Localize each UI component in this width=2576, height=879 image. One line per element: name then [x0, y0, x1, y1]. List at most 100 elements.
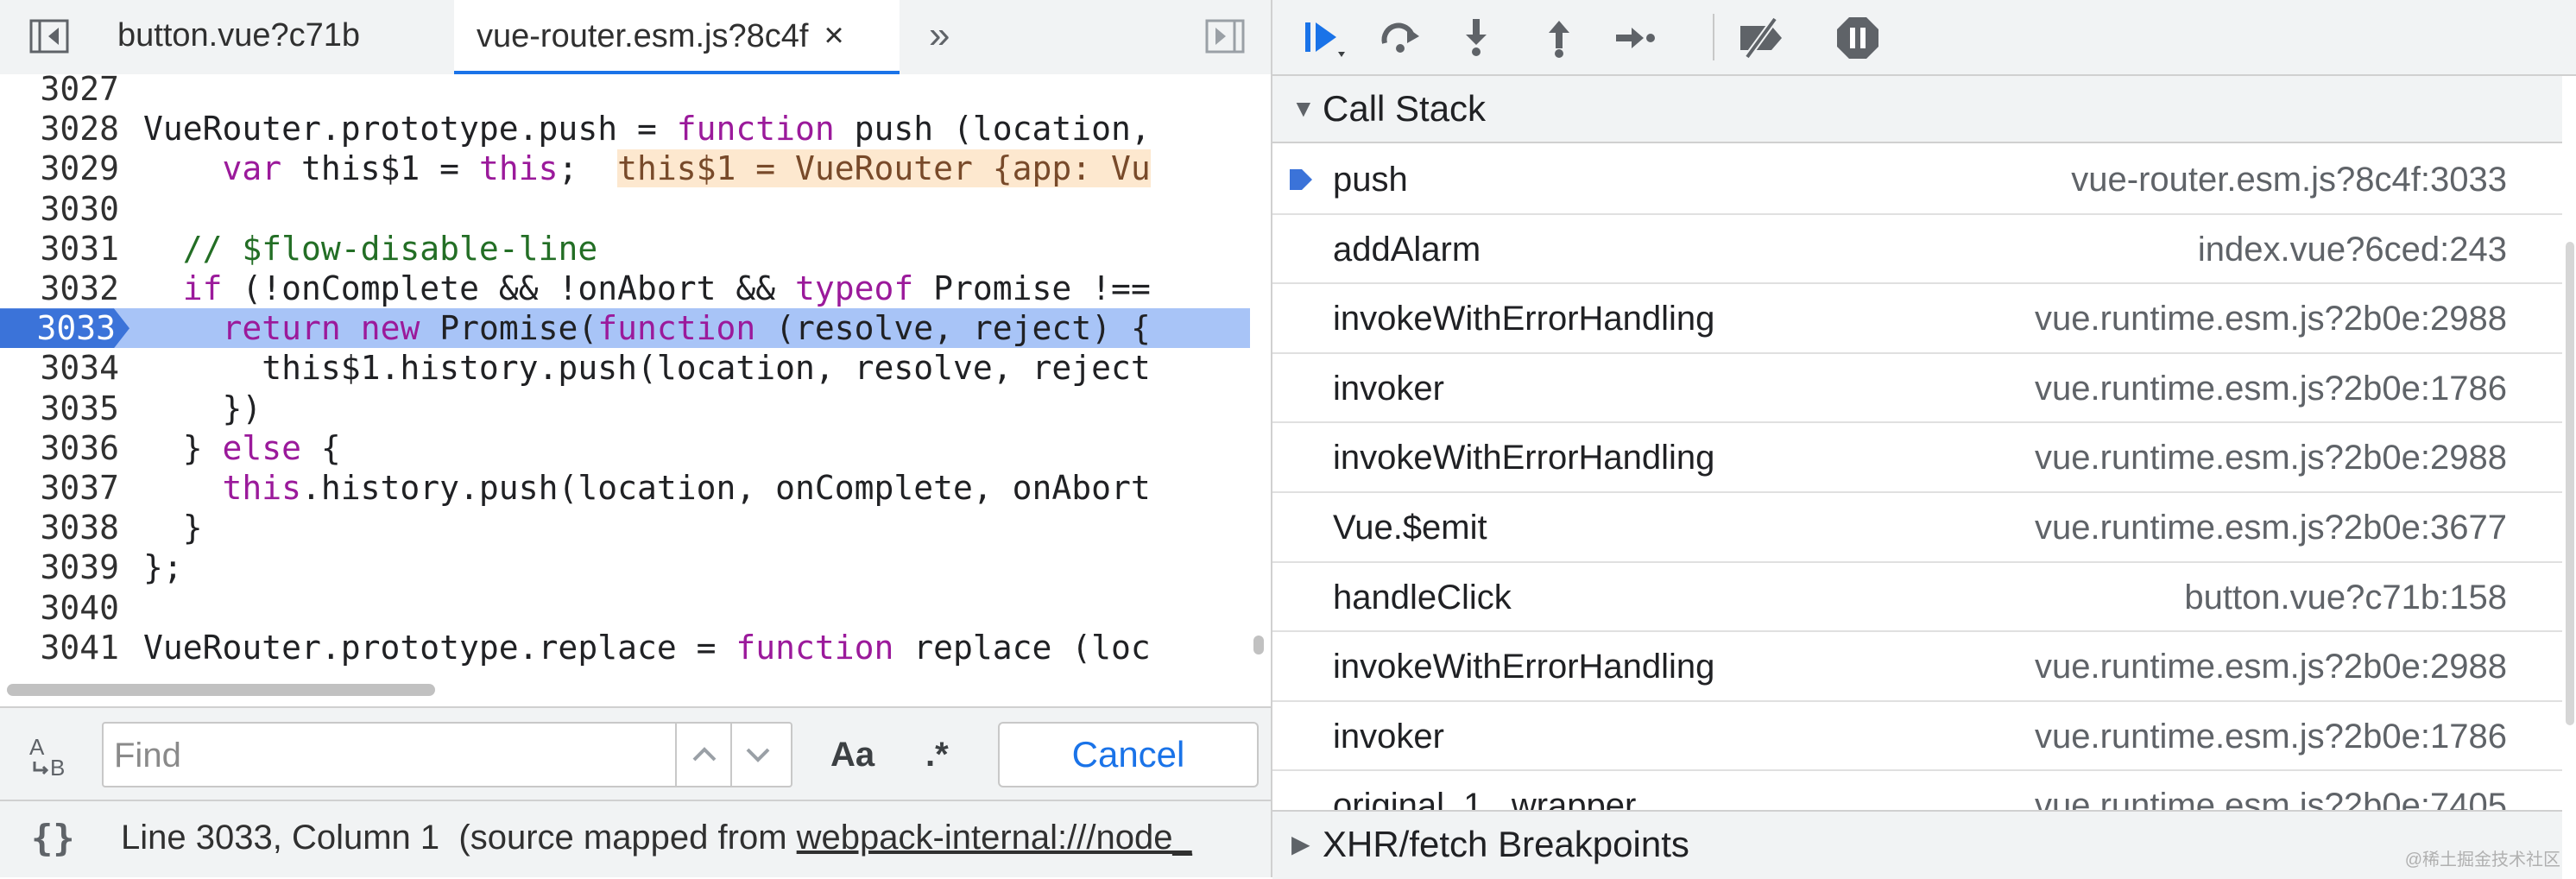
call-frame[interactable]: invoker vue.runtime.esm.js?2b0e:1786	[1272, 701, 2562, 772]
svg-text:B: B	[50, 755, 65, 781]
code-text: } else {	[143, 428, 341, 468]
pause-on-exceptions-icon[interactable]	[1832, 14, 1884, 62]
line-number[interactable]: 3040	[0, 588, 119, 628]
sources-editor-pane: button.vue?c71b vue-router.esm.js?8c4f × …	[0, 0, 1272, 877]
match-case-button[interactable]: Aa	[830, 730, 874, 779]
code-keyword: function	[736, 628, 894, 667]
call-frame[interactable]: Vue.$emit vue.runtime.esm.js?2b0e:3677	[1272, 493, 2562, 563]
frame-location: vue.runtime.esm.js?2b0e:1786	[2035, 369, 2507, 408]
frame-location: vue.runtime.esm.js?2b0e:2988	[2035, 648, 2507, 686]
step-out-icon[interactable]	[1533, 14, 1585, 62]
code-text: // $flow-disable-line	[143, 229, 597, 269]
code-text: }	[143, 508, 203, 547]
frame-location: vue.runtime.esm.js?2b0e:3677	[2035, 509, 2507, 547]
vertical-scrollbar[interactable]	[2566, 242, 2574, 725]
frame-function-name: invoker	[1333, 717, 1444, 756]
code-line: 3031 // $flow-disable-line	[0, 229, 1250, 269]
call-frame[interactable]: addAlarm index.vue?6ced:243	[1272, 214, 2562, 285]
code-token: .history.push(location, onComplete, onAb…	[301, 469, 1151, 507]
code-token: ;	[558, 149, 618, 188]
code-keyword: else	[222, 428, 302, 467]
code-token: Promise !==	[913, 269, 1151, 307]
line-number[interactable]: 3039	[0, 547, 119, 587]
code-keyword: new	[360, 309, 420, 348]
code-line: 3035 })	[0, 389, 1250, 428]
frame-function-name: handleClick	[1333, 578, 1512, 617]
pretty-print-button[interactable]: {}	[31, 817, 75, 859]
find-input[interactable]	[112, 729, 668, 782]
source-map-link[interactable]: webpack-internal:///node_	[797, 819, 1192, 857]
tab-vue-router[interactable]: vue-router.esm.js?8c4f ×	[454, 0, 900, 74]
code-keyword: var	[222, 149, 282, 188]
code-editor[interactable]: 3027 3028 VueRouter.prototype.push = funct…	[0, 74, 1271, 680]
resume-icon[interactable]	[1300, 14, 1352, 62]
line-number[interactable]: 3028	[0, 109, 119, 149]
line-number[interactable]: 3041	[0, 628, 119, 667]
call-frame[interactable]: invokeWithErrorHandling vue.runtime.esm.j…	[1272, 632, 2562, 702]
frame-function-name: invoker	[1333, 369, 1444, 408]
line-number[interactable]: 3027	[0, 74, 119, 109]
code-text: })	[143, 389, 262, 428]
code-line: 3029 var this$1 = this; this$1 = VueRout…	[0, 149, 1250, 188]
code-text: if (!onComplete && !onAbort && typeof Pr…	[143, 269, 1151, 308]
xhr-breakpoints-header[interactable]: ▶ XHR/fetch Breakpoints	[1272, 810, 2562, 879]
call-frame[interactable]: invokeWithErrorHandling vue.runtime.esm.j…	[1272, 423, 2562, 493]
replace-toggle-icon[interactable]: A B	[26, 732, 78, 781]
deactivate-breakpoints-icon[interactable]	[1735, 14, 1787, 62]
line-number[interactable]: 3034	[0, 348, 119, 388]
find-previous-icon[interactable]	[687, 736, 722, 774]
find-next-icon[interactable]	[741, 736, 775, 774]
execution-line-number[interactable]: 3033	[0, 308, 129, 349]
line-number[interactable]: 3029	[0, 149, 119, 188]
line-number[interactable]: 3036	[0, 428, 119, 468]
call-frame[interactable]: invokeWithErrorHandling vue.runtime.esm.j…	[1272, 284, 2562, 354]
code-token: };	[143, 548, 183, 587]
tab-label: button.vue?c71b	[117, 17, 361, 54]
source-mapped-prefix: (source mapped from	[458, 819, 797, 857]
line-number[interactable]: 3037	[0, 468, 119, 508]
step-over-icon[interactable]	[1374, 14, 1426, 62]
debugger-toolbar	[1272, 0, 2576, 76]
call-frame[interactable]: push vue-router.esm.js?8c4f:3033	[1272, 145, 2562, 215]
code-text: this$1.history.push(location, resolve, r…	[143, 348, 1151, 388]
code-line: 3041 VueRouter.prototype.replace = functi…	[0, 628, 1250, 667]
code-token: (!onComplete && !onAbort &&	[222, 269, 795, 307]
code-line: 3032 if (!onComplete && !onAbort && type…	[0, 269, 1250, 308]
code-keyword: function	[597, 309, 756, 348]
line-number[interactable]: 3031	[0, 229, 119, 269]
find-bar: A B Aa .* Cancel	[0, 706, 1271, 801]
call-frame[interactable]: invoker vue.runtime.esm.js?2b0e:1786	[1272, 353, 2562, 424]
regex-button[interactable]: .*	[925, 730, 949, 779]
more-tabs-icon[interactable]: »	[929, 0, 950, 74]
frame-function-name: invokeWithErrorHandling	[1333, 648, 1715, 686]
tab-button-vue[interactable]: button.vue?c71b	[95, 0, 382, 74]
call-stack-header[interactable]: ▼ Call Stack	[1272, 76, 2562, 143]
horizontal-scrollbar[interactable]	[7, 684, 435, 696]
frame-function-name: push	[1333, 161, 1408, 199]
call-frame[interactable]: handleClick button.vue?c71b:158	[1272, 562, 2562, 633]
code-keyword: return	[222, 309, 341, 348]
line-number[interactable]: 3030	[0, 189, 119, 229]
line-number[interactable]: 3038	[0, 508, 119, 547]
toggle-navigator-icon[interactable]	[29, 19, 69, 54]
code-text: VueRouter.prototype.push = function push…	[143, 109, 1151, 149]
current-frame-arrow-icon	[1288, 166, 1314, 198]
code-text: this.history.push(location, onComplete, …	[143, 468, 1151, 508]
frame-location: vue.runtime.esm.js?2b0e:1786	[2035, 717, 2507, 756]
cancel-button[interactable]: Cancel	[998, 722, 1259, 787]
line-number[interactable]: 3032	[0, 269, 119, 308]
code-keyword: function	[676, 110, 835, 149]
cursor-position-text: Line 3033, Column 1 (source mapped from …	[121, 819, 1192, 857]
toggle-debugger-icon[interactable]	[1205, 19, 1245, 54]
call-stack-title: Call Stack	[1323, 88, 1487, 129]
close-icon[interactable]: ×	[824, 16, 843, 54]
line-number[interactable]: 3035	[0, 389, 119, 428]
status-bar: {} Line 3033, Column 1 (source mapped fr…	[0, 801, 1271, 877]
step-icon[interactable]	[1611, 14, 1663, 62]
code-line: 3037 this.history.push(location, onCompl…	[0, 468, 1250, 508]
step-into-icon[interactable]	[1450, 14, 1502, 62]
code-line: 3036 } else {	[0, 428, 1250, 468]
vertical-scrollbar[interactable]	[1253, 636, 1264, 655]
